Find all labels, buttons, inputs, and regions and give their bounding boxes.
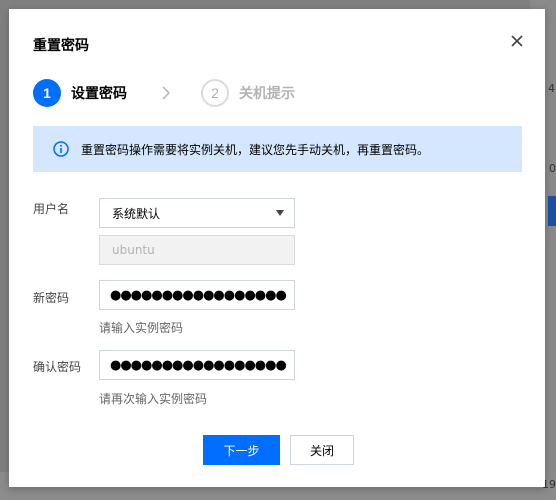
reset-password-dialog: 重置密码 1 设置密码 2 关机提示 重置密码操作需要将实例关机，建议您先手动关… bbox=[9, 9, 545, 487]
info-notice: 重置密码操作需要将实例关机，建议您先手动关机，再重置密码。 bbox=[33, 126, 522, 172]
close-button[interactable]: 关闭 bbox=[290, 435, 354, 465]
confirm-password-hint: 请再次输入实例密码 bbox=[99, 392, 208, 406]
username-field: ubuntu bbox=[99, 235, 295, 265]
close-icon[interactable] bbox=[509, 33, 525, 49]
dropdown-arrow-icon bbox=[276, 210, 284, 216]
steps-indicator: 1 设置密码 2 关机提示 bbox=[33, 79, 295, 107]
background-button-fragment bbox=[548, 196, 556, 226]
username-select-value: 系统默认 bbox=[112, 206, 161, 221]
new-password-label: 新密码 bbox=[33, 291, 70, 305]
notice-text: 重置密码操作需要将实例关机，建议您先手动关机，再重置密码。 bbox=[81, 142, 430, 157]
next-button[interactable]: 下一步 bbox=[203, 435, 280, 465]
username-label: 用户名 bbox=[33, 202, 70, 216]
confirm-password-field[interactable]: ●●●●●●●●●●●●●●●●● bbox=[99, 350, 295, 380]
background-text-fragment: 4 bbox=[548, 82, 555, 95]
new-password-field[interactable]: ●●●●●●●●●●●●●●●●● bbox=[99, 280, 295, 310]
new-password-hint: 请输入实例密码 bbox=[99, 321, 184, 335]
dialog-title: 重置密码 bbox=[33, 38, 89, 54]
step-2-number: 2 bbox=[201, 79, 229, 107]
confirm-password-label: 确认密码 bbox=[33, 360, 82, 374]
info-icon bbox=[53, 141, 69, 157]
step-1-number: 1 bbox=[33, 79, 61, 107]
chevron-right-icon bbox=[162, 86, 171, 100]
username-select[interactable]: 系统默认 bbox=[99, 198, 295, 228]
step-2-label: 关机提示 bbox=[239, 86, 295, 102]
step-1-label: 设置密码 bbox=[71, 86, 127, 102]
